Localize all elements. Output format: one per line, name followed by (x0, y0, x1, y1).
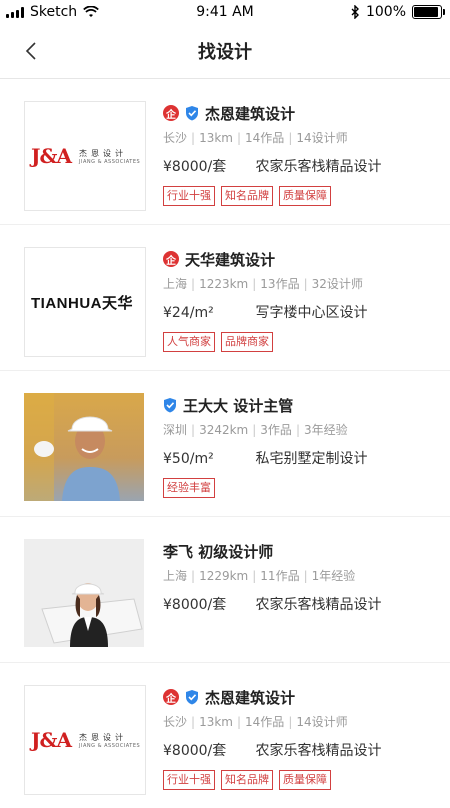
tag-list: 经验丰富 (163, 478, 440, 498)
tag-list: 人气商家 品牌商家 (163, 332, 440, 352)
logo-text: TIANHUA天华 (31, 295, 133, 312)
verified-shield-icon (164, 398, 176, 413)
price: ¥8000/套 (163, 159, 227, 175)
designer-meta: 上海 | 1229km | 11作品 | 1年经验 (163, 569, 356, 583)
designer-name: 李飞 初级设计师 (163, 542, 274, 561)
tag: 知名品牌 (221, 770, 273, 790)
tag: 人气商家 (163, 332, 215, 352)
project-title: 农家乐客栈精品设计 (255, 159, 382, 175)
list-item[interactable]: 王大大 设计主管 深圳 | 3242km | 3作品 | 3年经验 ¥50/m² 私宅别墅定… (0, 371, 450, 517)
designer-list: J&A 杰恩设计 JIANG & ASSOCIATES 企 杰恩建筑设计 长沙 |… (0, 79, 450, 808)
designer-meta: 深圳 | 3242km | 3作品 | 3年经验 (163, 423, 348, 437)
tag: 质量保障 (279, 186, 331, 206)
project-title: 农家乐客栈精品设计 (255, 597, 382, 613)
designer-meta: 上海 | 1223km | 13作品 | 32设计师 (163, 277, 363, 291)
price: ¥8000/套 (163, 597, 227, 613)
architect-photo (24, 539, 144, 647)
logo-cn: 杰恩设计 (79, 732, 128, 742)
designer-photo (24, 393, 144, 501)
enterprise-badge: 企 (163, 105, 179, 121)
list-item[interactable]: J&A 杰恩设计 JIANG & ASSOCIATES 企 杰恩建筑设计 长沙 |… (0, 663, 450, 808)
tag-list: 行业十强 知名品牌 质量保障 (163, 186, 440, 206)
tag: 品牌商家 (221, 332, 273, 352)
enterprise-badge: 企 (163, 689, 179, 705)
worker-photo (24, 393, 144, 501)
verified-shield-icon (186, 106, 198, 121)
price: ¥8000/套 (163, 743, 227, 759)
tag: 行业十强 (163, 770, 215, 790)
battery-percent: 100% (365, 4, 406, 20)
designer-name: 杰恩建筑设计 (205, 688, 296, 707)
designer-photo (24, 539, 144, 647)
battery-icon (412, 5, 445, 19)
logo-en: JIANG & ASSOCIATES (79, 742, 141, 749)
bluetooth-icon (351, 5, 359, 19)
nav-bar: 找设计 (0, 26, 450, 79)
price: ¥50/m² (163, 451, 214, 467)
price-row: ¥8000/套 农家乐客栈精品设计 (163, 740, 440, 760)
tag: 知名品牌 (221, 186, 273, 206)
logo-mark: J&A (31, 144, 72, 168)
tag: 质量保障 (279, 770, 331, 790)
project-title: 农家乐客栈精品设计 (255, 743, 382, 759)
tag-list: 行业十强 知名品牌 质量保障 (163, 770, 440, 790)
status-right: 100% (351, 4, 445, 20)
company-logo: TIANHUA天华 (24, 247, 146, 357)
price-row: ¥24/m² 写字楼中心区设计 (163, 302, 440, 322)
price-row: ¥50/m² 私宅别墅定制设计 (163, 448, 440, 468)
designer-name: 杰恩建筑设计 (205, 104, 296, 123)
logo-mark: J&A (31, 728, 72, 752)
price: ¥24/m² (163, 305, 214, 321)
price-row: ¥8000/套 农家乐客栈精品设计 (163, 156, 440, 176)
logo-cn: 杰恩设计 (79, 148, 128, 158)
tag: 行业十强 (163, 186, 215, 206)
designer-name: 王大大 设计主管 (183, 396, 294, 415)
list-item[interactable]: 李飞 初级设计师 上海 | 1229km | 11作品 | 1年经验 ¥8000/套 农家乐… (0, 517, 450, 663)
page-title: 找设计 (198, 42, 252, 63)
status-bar: Sketch 9:41 AM 100% (0, 0, 450, 26)
designer-meta: 长沙 | 13km | 14作品 | 14设计师 (163, 715, 348, 729)
company-logo: J&A 杰恩设计 JIANG & ASSOCIATES (24, 685, 146, 795)
company-logo: J&A 杰恩设计 JIANG & ASSOCIATES (24, 101, 146, 211)
project-title: 私宅别墅定制设计 (255, 451, 368, 467)
list-item[interactable]: TIANHUA天华 企 天华建筑设计 上海 | 1223km | 13作品 | 32设计师 … (0, 225, 450, 371)
designer-meta: 长沙 | 13km | 14作品 | 14设计师 (163, 131, 348, 145)
project-title: 写字楼中心区设计 (255, 305, 368, 321)
price-row: ¥8000/套 农家乐客栈精品设计 (163, 594, 440, 614)
designer-name: 天华建筑设计 (185, 250, 276, 269)
list-item[interactable]: J&A 杰恩设计 JIANG & ASSOCIATES 企 杰恩建筑设计 长沙 |… (0, 79, 450, 225)
logo-en: JIANG & ASSOCIATES (79, 158, 141, 165)
verified-shield-icon (186, 690, 198, 705)
tag: 经验丰富 (163, 478, 215, 498)
enterprise-badge: 企 (163, 251, 179, 267)
